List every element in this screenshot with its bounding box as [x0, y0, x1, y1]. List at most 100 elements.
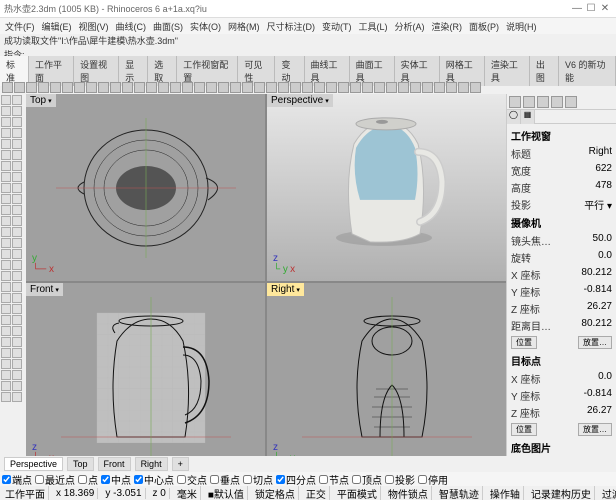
toolbar-icon[interactable] — [122, 82, 133, 93]
toolbar-icon[interactable] — [350, 82, 361, 93]
osnap-item[interactable]: 四分点 — [276, 472, 316, 486]
toolbar-icon[interactable] — [458, 82, 469, 93]
toolbar-tab[interactable]: 出图 — [530, 56, 559, 86]
position-button[interactable]: 位置 — [511, 336, 537, 349]
viewport-label-right[interactable]: Right▾ — [267, 283, 304, 296]
tool-icon[interactable] — [1, 227, 11, 237]
tool-icon[interactable] — [1, 271, 11, 281]
osnap-checkbox[interactable] — [352, 475, 361, 484]
status-toggle[interactable]: 记录建构历史 — [528, 486, 595, 500]
toolbar-icon[interactable] — [470, 82, 481, 93]
toolbar-icon[interactable] — [146, 82, 157, 93]
osnap-checkbox[interactable] — [210, 475, 219, 484]
render-icon[interactable] — [509, 96, 521, 108]
toolbar-tab[interactable]: V6 的新功能 — [559, 56, 616, 86]
prop-value[interactable]: 26.27 — [587, 301, 612, 316]
prop-value[interactable]: 50.0 — [593, 233, 612, 248]
tool-icon[interactable] — [12, 139, 22, 149]
tool-icon[interactable] — [12, 348, 22, 358]
chevron-down-icon[interactable]: ▾ — [296, 287, 300, 294]
tool-icon[interactable] — [12, 326, 22, 336]
tool-icon[interactable] — [1, 117, 11, 127]
tool-icon[interactable] — [1, 249, 11, 259]
status-toggle[interactable]: 智慧轨迹 — [436, 486, 483, 500]
toolbar-icon[interactable] — [266, 82, 277, 93]
tool-icon[interactable] — [1, 260, 11, 270]
tool-icon[interactable] — [1, 392, 11, 402]
osnap-checkbox[interactable] — [78, 475, 87, 484]
tool-icon[interactable] — [1, 205, 11, 215]
osnap-checkbox[interactable] — [276, 475, 285, 484]
toolbar-icon[interactable] — [314, 82, 325, 93]
toolbar-icon[interactable] — [254, 82, 265, 93]
toolbar-icon[interactable] — [98, 82, 109, 93]
tool-icon[interactable] — [1, 216, 11, 226]
place-button-2[interactable]: 放置… — [578, 423, 612, 436]
tool-icon[interactable] — [12, 117, 22, 127]
position-button-2[interactable]: 位置 — [511, 423, 537, 436]
tool-icon[interactable] — [1, 337, 11, 347]
menu-item[interactable]: 文件(F) — [2, 20, 38, 33]
status-toggle[interactable]: 操作轴 — [487, 486, 524, 500]
tool-icon[interactable] — [12, 315, 22, 325]
toolbar-icon[interactable] — [26, 82, 37, 93]
close-icon[interactable]: ✕ — [598, 3, 612, 15]
toolbar-icon[interactable] — [278, 82, 289, 93]
tool-icon[interactable] — [12, 128, 22, 138]
prop-value[interactable]: -0.814 — [584, 284, 612, 299]
menu-item[interactable]: 工具(L) — [356, 20, 391, 33]
tool-icon[interactable] — [1, 172, 11, 182]
viewport-tab[interactable]: Perspective — [4, 457, 63, 471]
tab-camera-icon[interactable]: ◯ — [507, 110, 521, 124]
viewport-label-top[interactable]: Top▾ — [26, 94, 56, 107]
toolbar-icon[interactable] — [446, 82, 457, 93]
status-toggle[interactable]: 物件锁点 — [385, 486, 432, 500]
tool-icon[interactable] — [12, 381, 22, 391]
tool-icon[interactable] — [12, 95, 22, 105]
toolbar-icon[interactable] — [206, 82, 217, 93]
place-button[interactable]: 放置… — [578, 336, 612, 349]
tool-icon[interactable] — [1, 359, 11, 369]
layer-icon[interactable] — [537, 96, 549, 108]
tool-icon[interactable] — [1, 370, 11, 380]
osnap-item[interactable]: 端点 — [2, 472, 32, 486]
tool-icon[interactable] — [1, 183, 11, 193]
toolbar-icon[interactable] — [398, 82, 409, 93]
viewport-tab[interactable]: Top — [67, 457, 94, 471]
tool-icon[interactable] — [12, 194, 22, 204]
tool-icon[interactable] — [1, 315, 11, 325]
osnap-item[interactable]: 顶点 — [352, 472, 382, 486]
toolbar-icon[interactable] — [86, 82, 97, 93]
status-toggle[interactable]: 正交 — [303, 486, 330, 500]
toolbar-icon[interactable] — [218, 82, 229, 93]
toolbar-icon[interactable] — [62, 82, 73, 93]
help-icon[interactable] — [565, 96, 577, 108]
tool-icon[interactable] — [1, 150, 11, 160]
toolbar-icon[interactable] — [326, 82, 337, 93]
tool-icon[interactable] — [12, 293, 22, 303]
prop-value[interactable]: 80.212 — [581, 318, 612, 333]
osnap-item[interactable]: 交点 — [177, 472, 207, 486]
tool-icon[interactable] — [1, 282, 11, 292]
osnap-checkbox[interactable] — [418, 475, 427, 484]
prop-value[interactable]: 622 — [595, 163, 612, 178]
menu-item[interactable]: 实体(O) — [187, 20, 224, 33]
prop-value[interactable]: -0.814 — [584, 388, 612, 403]
viewport-front[interactable]: Front▾ z└─ x — [26, 283, 265, 470]
tool-icon[interactable] — [1, 238, 11, 248]
prop-value[interactable]: 80.212 — [581, 267, 612, 282]
tool-icon[interactable] — [12, 370, 22, 380]
osnap-item[interactable]: 停用 — [418, 472, 448, 486]
chevron-down-icon[interactable]: ▾ — [55, 287, 59, 294]
toolbar-icon[interactable] — [158, 82, 169, 93]
toolbar-icon[interactable] — [290, 82, 301, 93]
chevron-down-icon[interactable]: ▾ — [325, 98, 329, 105]
tool-icon[interactable] — [1, 194, 11, 204]
menu-item[interactable]: 网格(M) — [225, 20, 263, 33]
toolbar-icon[interactable] — [434, 82, 445, 93]
tool-icon[interactable] — [12, 337, 22, 347]
prop-value[interactable]: 0.0 — [598, 371, 612, 386]
osnap-checkbox[interactable] — [35, 475, 44, 484]
menu-item[interactable]: 编辑(E) — [39, 20, 75, 33]
toolbar-tab[interactable]: 渲染工具 — [485, 56, 530, 86]
